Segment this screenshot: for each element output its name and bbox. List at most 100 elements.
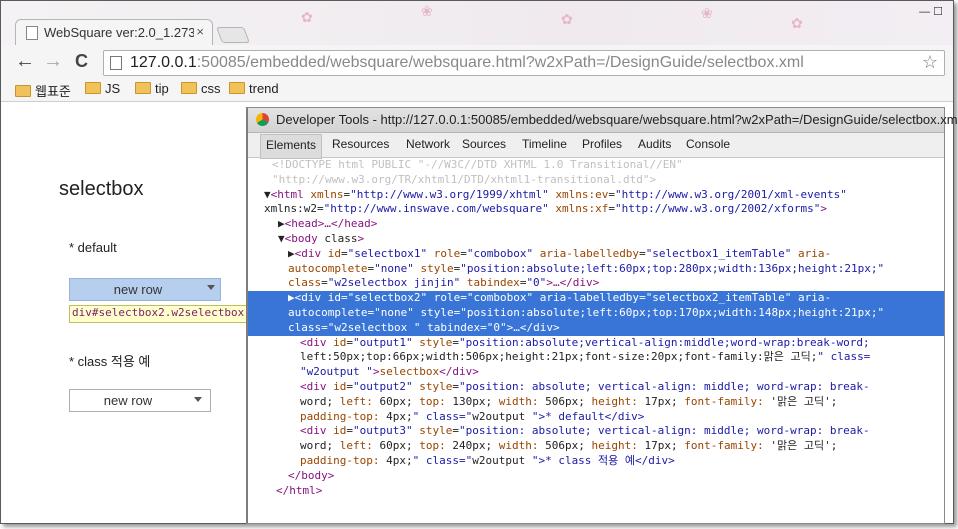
code-text: word; left: 60px; top: 130px; width: 506… [300, 394, 838, 408]
dom-tree-line[interactable]: <div id="output1" style="position:absolu… [248, 336, 944, 351]
dom-tree-line[interactable]: ▶<head>…</head> [248, 217, 944, 232]
bookmark-label: css [201, 81, 221, 96]
devtools-titlebar: Developer Tools - http://127.0.0.1:50085… [248, 108, 958, 133]
tab-close-icon[interactable]: × [196, 24, 204, 39]
code-text: ▶<div id="selectbox1" role="combobox" ar… [288, 246, 832, 260]
bookmark-folder[interactable]: css [181, 81, 221, 96]
folder-icon [181, 82, 197, 94]
browser-tab[interactable]: WebSquare ver:2.0_1.273 × [15, 19, 213, 46]
bookmark-label: 웹표준 [35, 84, 71, 99]
selected-dom-node-line[interactable]: ▶<div id="selectbox2" role="combobox" ar… [248, 291, 944, 307]
tab-title: WebSquare ver:2.0_1.273 [44, 25, 194, 40]
tab-elements[interactable]: Elements [260, 134, 323, 159]
code-text: xmlns:w2="http://www.inswave.com/websqua… [264, 202, 827, 216]
selectbox-value: new row [103, 393, 153, 408]
tab-console[interactable]: Console [686, 137, 730, 151]
page-icon [110, 56, 122, 70]
selectbox-class-example[interactable]: new row [69, 389, 211, 412]
developer-tools-window: Developer Tools - http://127.0.0.1:50085… [246, 107, 958, 524]
dom-tree-line[interactable]: padding-top: 4px;" class="w2output ">* d… [248, 410, 944, 425]
browser-toolbar: ← → C 127.0.0.1:50085/embedded/websquare… [1, 45, 953, 79]
dom-tree-line[interactable]: autocomplete="none" style="position:abso… [248, 262, 944, 277]
selectbox-value: new row [113, 282, 163, 297]
bookmark-folder[interactable]: 웹표준 [15, 81, 71, 100]
dom-tree-line[interactable]: class="w2selectbox jinjin" tabindex="0">… [248, 276, 944, 291]
dom-tree-line[interactable]: "w2output ">selectbox</div> [248, 365, 944, 380]
code-text: ▶<div id="selectbox2" role="combobox" ar… [288, 291, 832, 305]
reload-icon[interactable]: C [75, 51, 88, 72]
blossom-decoration-icon: ✿ [561, 11, 573, 27]
url-text: 127.0.0.1:50085/embedded/websquare/websq… [130, 54, 804, 72]
code-text: <!DOCTYPE html PUBLIC "-//W3C//DTD XHTML… [272, 158, 683, 171]
chrome-icon [256, 113, 269, 126]
dom-tree-line[interactable]: ▼<body class> [248, 232, 944, 247]
bookmark-folder[interactable]: trend [229, 81, 279, 96]
code-text: <div id="output2" style="position: absol… [300, 380, 870, 393]
code-text: </body> [288, 468, 335, 482]
blossom-decoration-icon: ✿ [791, 15, 803, 31]
inspect-tooltip: div#selectbox2.w2selectbox [69, 305, 253, 323]
dom-tree-line[interactable]: <div id="output3" style="position: absol… [248, 424, 944, 439]
tab-resources[interactable]: Resources [332, 137, 389, 151]
bookmark-label: trend [249, 81, 279, 96]
bookmark-folder[interactable]: tip [135, 81, 169, 96]
code-text: <div id="output1" style="position:absolu… [300, 335, 870, 349]
code-text: <div id="output3" style="position: absol… [300, 424, 870, 438]
tab-profiles[interactable]: Profiles [582, 137, 622, 151]
page-icon [26, 26, 38, 40]
blossom-decoration-icon: ✿ [301, 9, 313, 25]
url-path: :50085/embedded/websquare/websquare.html… [196, 54, 804, 71]
code-text: padding-top: 4px;" class="w2output ">* d… [300, 409, 645, 423]
tab-timeline[interactable]: Timeline [522, 137, 567, 151]
code-text: ▶<head>…</head> [278, 217, 378, 231]
code-text: class="w2selectbox jinjin" tabindex="0">… [288, 276, 600, 290]
dom-tree-line[interactable]: "http://www.w3.org/TR/xhtml1/DTD/xhtml1-… [248, 173, 944, 188]
star-icon[interactable]: ☆ [922, 52, 938, 73]
dom-tree-line[interactable]: </body> [248, 469, 944, 484]
back-arrow-icon[interactable]: ← [15, 50, 35, 73]
dom-tree-line[interactable]: <div id="output2" style="position: absol… [248, 380, 944, 395]
tab-audits[interactable]: Audits [638, 137, 671, 151]
code-text: class="w2selectbox " tabindex="0">…</div… [288, 320, 560, 334]
tab-network[interactable]: Network [406, 137, 450, 151]
bookmark-folder[interactable]: JS [85, 81, 120, 96]
dom-tree-line[interactable]: ▼<html xmlns="http://www.w3.org/1999/xht… [248, 188, 944, 203]
selected-dom-node-line[interactable]: autocomplete="none" style="position:abso… [248, 306, 944, 321]
bookmarks-bar: 웹표준 JS tip css trend [1, 79, 953, 102]
code-text: "w2output ">selectbox</div> [300, 365, 479, 379]
elements-panel: <!DOCTYPE html PUBLIC "-//W3C//DTD XHTML… [248, 158, 944, 523]
browser-titlebar: ✿ ❀ ✿ ❀ ✿ WebSquare ver:2.0_1.273 × — ☐ [1, 1, 953, 46]
dom-tree-line[interactable]: left:50px;top:66px;width:506px;height:21… [248, 350, 944, 365]
bookmark-label: JS [105, 81, 121, 96]
folder-icon [135, 82, 151, 94]
blossom-decoration-icon: ❀ [421, 3, 433, 19]
dom-tree-line[interactable]: <!DOCTYPE html PUBLIC "-//W3C//DTD XHTML… [248, 158, 944, 173]
chevron-down-icon [207, 285, 215, 290]
dom-tree-line[interactable]: </html> [248, 484, 944, 499]
default-label: * default [69, 240, 117, 255]
selected-dom-node-line[interactable]: class="w2selectbox " tabindex="0">…</div… [248, 320, 944, 336]
forward-arrow-icon[interactable]: → [43, 50, 63, 73]
code-text: autocomplete="none" style="position:abso… [288, 306, 885, 319]
window-controls[interactable]: — ☐ [919, 5, 943, 18]
class-example-label: * class 적용 예 [69, 354, 151, 369]
folder-icon [229, 82, 245, 94]
folder-icon [15, 85, 31, 97]
devtools-tabs: Elements Resources Network Sources Timel… [248, 133, 944, 159]
dom-tree-line[interactable]: word; left: 60px; top: 240px; width: 506… [248, 439, 944, 454]
dom-tree-line[interactable]: xmlns:w2="http://www.inswave.com/websqua… [248, 202, 944, 217]
selectbox-default[interactable]: new row [69, 278, 221, 301]
address-bar[interactable]: 127.0.0.1:50085/embedded/websquare/websq… [103, 50, 945, 76]
new-tab-button[interactable] [216, 27, 250, 43]
tab-sources[interactable]: Sources [462, 137, 506, 151]
code-text: </html> [276, 483, 323, 497]
dom-tree-line[interactable]: ▶<div id="selectbox1" role="combobox" ar… [248, 247, 944, 262]
chevron-down-icon [194, 397, 202, 402]
page-title: selectbox [59, 178, 144, 200]
code-text: word; left: 60px; top: 240px; width: 506… [300, 439, 838, 453]
dom-tree-line[interactable]: padding-top: 4px;" class="w2output ">* c… [248, 454, 944, 469]
dom-tree-line[interactable]: word; left: 60px; top: 130px; width: 506… [248, 395, 944, 410]
code-text: padding-top: 4px;" class="w2output ">* c… [300, 454, 675, 467]
blossom-decoration-icon: ❀ [701, 5, 713, 21]
code-text: left:50px;top:66px;width:506px;height:21… [300, 350, 871, 364]
